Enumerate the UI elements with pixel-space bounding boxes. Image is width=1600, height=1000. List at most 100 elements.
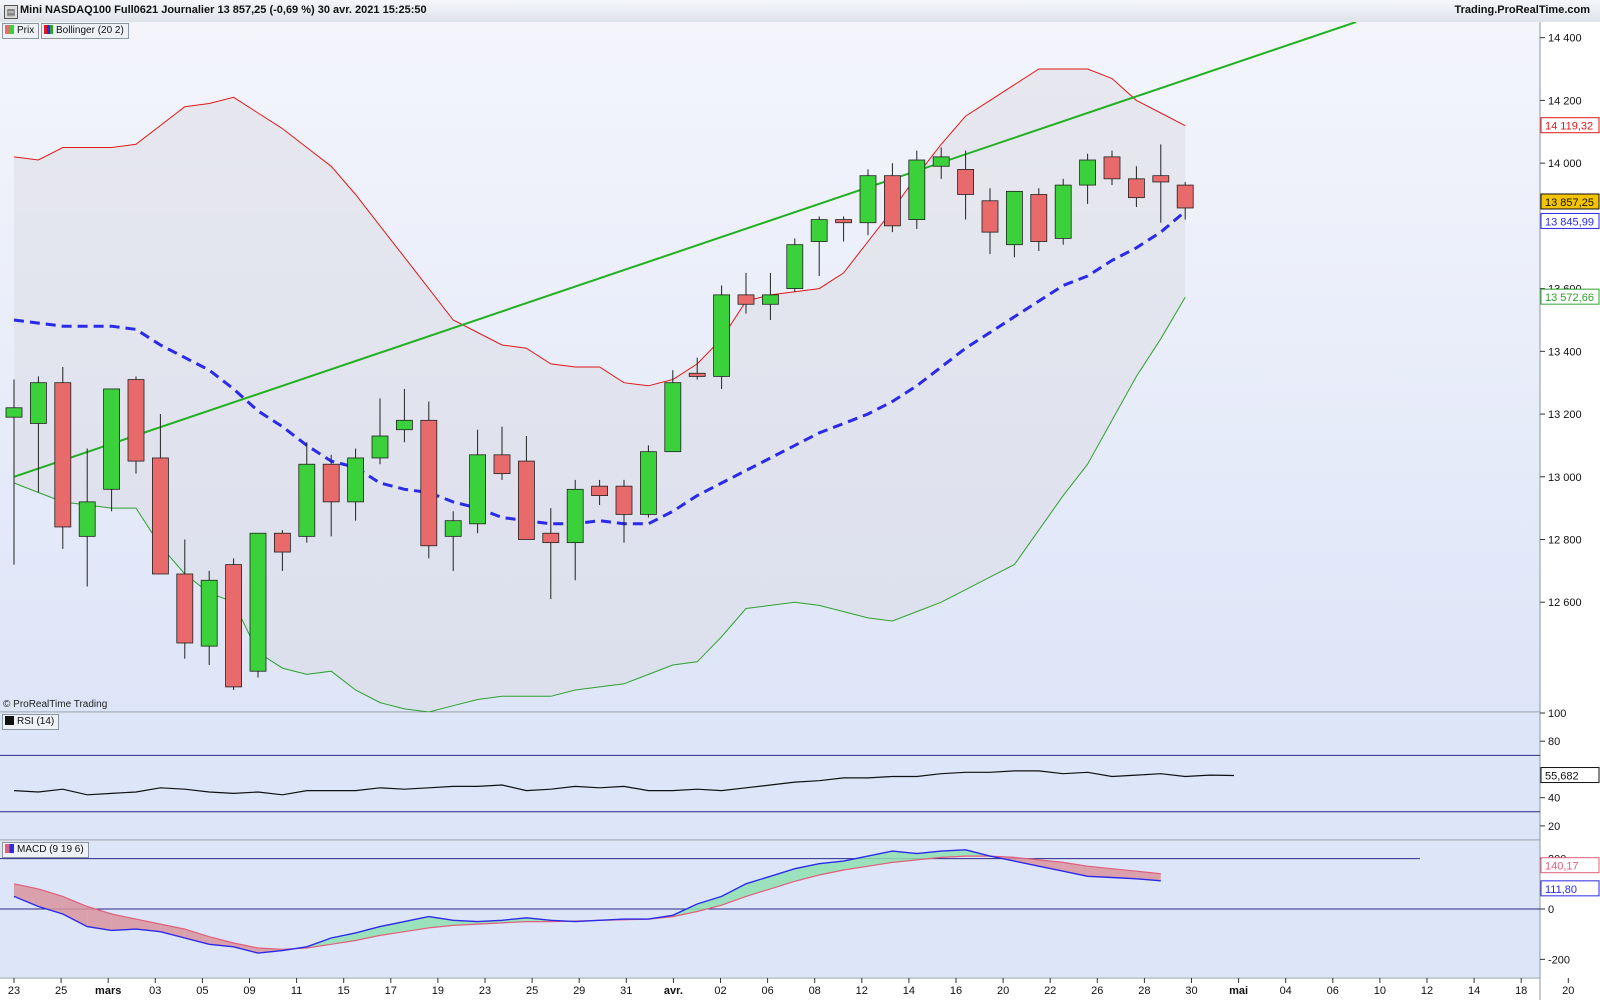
candle-up	[859, 175, 877, 224]
candle-up	[5, 407, 23, 418]
candle-swatch-icon	[5, 25, 14, 34]
price-tick-label: 14 000	[1548, 158, 1582, 170]
candle-down	[688, 372, 706, 377]
candle-down	[518, 460, 535, 540]
macd-tick-label: -200	[1548, 954, 1570, 966]
candle-down	[737, 294, 755, 305]
macd-tick-label: 0	[1548, 904, 1554, 916]
time-tick-label: 22	[1044, 985, 1056, 997]
candle-up	[713, 294, 730, 377]
time-tick-label: 31	[620, 985, 632, 997]
candle-down	[884, 175, 901, 227]
time-tick-label: 06	[1327, 985, 1339, 997]
time-tick-label: 18	[1515, 985, 1527, 997]
candle-up	[932, 156, 950, 167]
time-tick-label: 14	[903, 985, 915, 997]
time-tick-label: mars	[95, 985, 121, 997]
macd-swatch-icon	[5, 844, 14, 853]
candle-down	[542, 532, 560, 544]
time-tick-label: mai	[1229, 985, 1248, 997]
time-tick-label: 23	[8, 985, 20, 997]
bollinger-swatch-icon	[44, 25, 53, 34]
candle-down	[176, 573, 194, 644]
candle-down	[835, 219, 852, 224]
price-tick-label: 12 600	[1548, 597, 1582, 609]
candle-up	[908, 159, 926, 220]
time-tick-label: 16	[950, 985, 962, 997]
candle-up	[566, 488, 584, 544]
time-tick-label: 08	[809, 985, 821, 997]
rsi-panel-bg	[0, 713, 1540, 840]
time-tick-label: 10	[1374, 985, 1386, 997]
rsi-tick-label: 80	[1548, 736, 1560, 748]
time-tick-label: 12	[1421, 985, 1433, 997]
bollinger-legend-tag[interactable]: Bollinger (20 2)	[41, 23, 129, 39]
time-tick-label: 25	[526, 985, 538, 997]
candle-up	[640, 451, 657, 515]
candle-down	[957, 169, 974, 195]
price-legend-tag[interactable]: Prix	[2, 23, 40, 39]
time-tick-label: 03	[149, 985, 161, 997]
candle-up	[1054, 184, 1072, 239]
candle-down	[54, 382, 72, 528]
macd-legend-tag[interactable]: MACD (9 19 6)	[2, 842, 89, 858]
candle-down	[1176, 184, 1194, 209]
time-tick-label: 29	[573, 985, 585, 997]
candle-up	[786, 244, 804, 289]
candle-down	[493, 454, 511, 475]
candle-up	[1006, 190, 1023, 246]
time-tick-label: avr.	[664, 985, 683, 997]
candle-down	[591, 485, 608, 496]
time-tick-label: 02	[714, 985, 726, 997]
candle-up	[762, 294, 779, 305]
candle-down	[151, 457, 169, 575]
candle-down	[1103, 156, 1121, 180]
upper-band-value: 14 119,32	[1545, 121, 1593, 133]
price-tick-label: 13 000	[1548, 472, 1582, 484]
candle-up	[200, 579, 218, 647]
lower-band-value: 13 572,66	[1545, 292, 1594, 304]
time-tick-label: 17	[385, 985, 397, 997]
time-tick-label: 11	[291, 985, 302, 997]
time-tick-label: 05	[196, 985, 208, 997]
candle-up	[444, 520, 462, 537]
time-tick-label: 20	[997, 985, 1009, 997]
time-tick-label: 14	[1468, 985, 1480, 997]
time-tick-label: 20	[1562, 985, 1574, 997]
middle-band-value: 13 845,99	[1545, 216, 1594, 228]
candle-up	[371, 435, 389, 459]
bollinger-legend-label: Bollinger (20 2)	[56, 25, 124, 36]
candle-up	[664, 382, 682, 453]
candle-up	[78, 501, 96, 537]
candle-down	[1128, 178, 1145, 199]
rsi-value: 55,682	[1545, 771, 1579, 783]
price-legend-label: Prix	[17, 25, 35, 36]
candle-down	[1152, 175, 1170, 183]
price-tick-label: 13 400	[1548, 346, 1582, 358]
rsi-tick-label: 100	[1548, 708, 1566, 720]
time-tick-label: 30	[1185, 985, 1197, 997]
macd-signal-value: 140,17	[1545, 861, 1579, 873]
candle-up	[347, 457, 365, 503]
candle-down	[225, 564, 243, 688]
price-tick-label: 14 200	[1548, 95, 1582, 107]
rsi-legend-tag[interactable]: RSI (14)	[2, 714, 60, 730]
candle-down	[127, 379, 145, 462]
candle-up	[103, 388, 120, 490]
macd-legend-label: MACD (9 19 6)	[17, 844, 84, 855]
chart-area[interactable]: 12 60012 80013 00013 20013 40013 60014 0…	[0, 0, 1600, 1000]
time-tick-label: 28	[1138, 985, 1150, 997]
rsi-swatch-icon	[5, 716, 14, 725]
time-tick-label: 15	[338, 985, 350, 997]
candle-down	[273, 532, 291, 553]
last-price-value: 13 857,25	[1545, 197, 1594, 209]
time-tick-label: 04	[1280, 985, 1292, 997]
macd-value: 111,80	[1545, 884, 1577, 896]
candle-up	[298, 463, 316, 537]
price-tick-label: 14 400	[1548, 33, 1582, 45]
time-tick-label: 09	[243, 985, 255, 997]
candle-down	[420, 419, 438, 547]
candle-up	[249, 532, 267, 672]
candle-up	[1079, 159, 1096, 186]
price-tick-label: 12 800	[1548, 535, 1582, 547]
